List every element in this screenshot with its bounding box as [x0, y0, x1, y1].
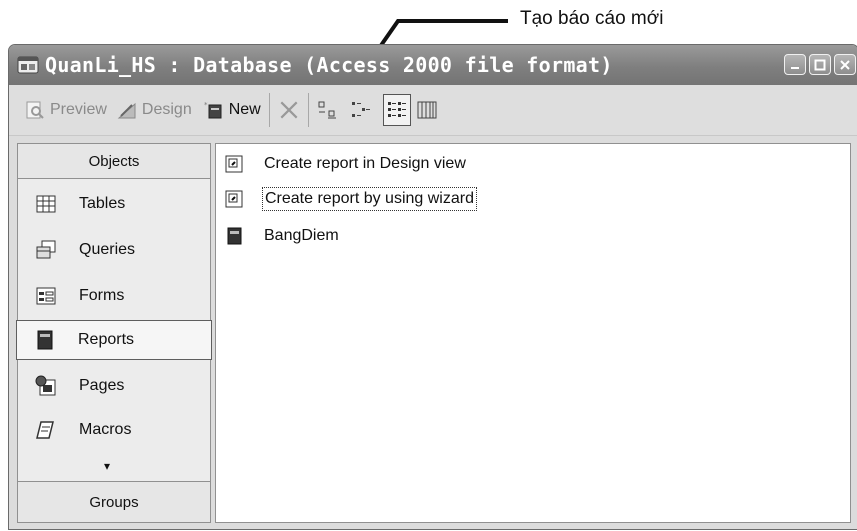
sidebar-item-tables[interactable]: Tables [18, 184, 210, 224]
preview-button[interactable]: Preview [25, 92, 107, 128]
report-icon [227, 227, 242, 245]
sidebar-item-label: Forms [79, 287, 125, 304]
title-bar[interactable]: QuanLi_HS : Database (Access 2000 file f… [9, 45, 857, 85]
close-icon[interactable] [834, 54, 856, 75]
sidebar-item-macros[interactable]: Macros [18, 410, 210, 450]
details-view-button[interactable] [417, 92, 437, 128]
database-pane: Objects Tables Queries Forms Reports Pag… [16, 143, 851, 523]
small-icons-view-icon [351, 102, 370, 117]
window-title: QuanLi_HS : Database (Access 2000 file f… [45, 53, 613, 77]
details-view-icon [417, 101, 437, 119]
list-item[interactable]: BangDiem [224, 221, 341, 251]
list-item-label: Create report by using wizard [262, 187, 477, 211]
list-item[interactable]: Create report by using wizard [224, 184, 477, 214]
list-view-button[interactable] [382, 94, 411, 126]
minimize-icon[interactable] [784, 54, 806, 75]
delete-button[interactable] [278, 92, 300, 128]
sidebar-item-forms[interactable]: Forms [18, 276, 210, 316]
database-app-icon [17, 56, 39, 74]
wizard-shortcut-icon [225, 190, 243, 208]
toolbar-separator [307, 93, 309, 127]
page-icon [35, 375, 56, 396]
sidebar-item-label: Reports [78, 331, 135, 348]
list-item[interactable]: Create report in Design view [224, 149, 468, 179]
list-item-label: BangDiem [264, 227, 339, 244]
form-icon [36, 287, 56, 305]
design-button[interactable]: Design [117, 92, 192, 128]
delete-icon [280, 101, 298, 119]
design-label: Design [141, 101, 192, 118]
objects-sidebar: Objects Tables Queries Forms Reports Pag… [16, 143, 212, 523]
sidebar-item-label: Queries [79, 241, 136, 258]
list-item-label: Create report in Design view [264, 155, 466, 172]
preview-label: Preview [50, 101, 107, 118]
large-icons-view-icon [318, 101, 336, 119]
new-icon: * [204, 101, 222, 119]
sidebar-item-label: Pages [79, 377, 125, 394]
design-shortcut-icon [225, 155, 243, 173]
svg-text:*: * [204, 101, 208, 109]
sidebar-item-queries[interactable]: Queries [18, 230, 210, 270]
new-label: New [228, 101, 261, 118]
database-window: QuanLi_HS : Database (Access 2000 file f… [8, 44, 857, 530]
objects-header[interactable]: Objects [18, 144, 210, 179]
sidebar-item-pages[interactable]: Pages [18, 366, 210, 406]
macro-icon [36, 421, 54, 439]
more-items-chevron-icon[interactable]: ▾ [104, 459, 110, 473]
report-list: Create report in Design view Create repo… [215, 143, 851, 523]
query-icon [36, 240, 56, 259]
list-view-icon [387, 102, 406, 117]
new-button[interactable]: * New [204, 92, 261, 128]
groups-header[interactable]: Groups [18, 481, 210, 522]
preview-icon [26, 101, 44, 119]
sidebar-item-label: Tables [79, 195, 126, 212]
small-icons-view-button[interactable] [351, 92, 371, 128]
sidebar-item-reports[interactable]: Reports [16, 320, 212, 360]
large-icons-view-button[interactable] [317, 92, 337, 128]
toolbar: Preview Design * New [9, 85, 857, 136]
table-icon [36, 195, 56, 213]
report-icon [37, 330, 53, 350]
sidebar-item-label: Macros [79, 421, 132, 438]
design-icon [117, 102, 136, 119]
callout-label: Tạo báo cáo mới [520, 8, 664, 29]
maximize-icon[interactable] [809, 54, 831, 75]
toolbar-separator [268, 93, 270, 127]
